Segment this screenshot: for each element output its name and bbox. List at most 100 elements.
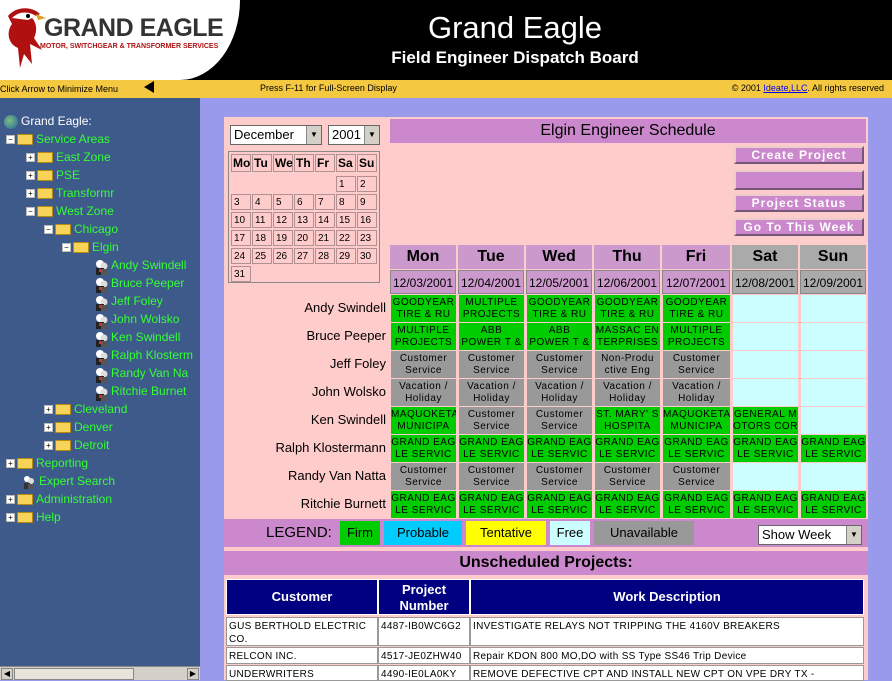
schedule-cell[interactable]: Customer Service [595, 463, 660, 490]
schedule-cell[interactable]: GOODYEAR TIRE & RU [391, 295, 456, 322]
schedule-cell[interactable]: ABB POWER T & D CO [527, 323, 592, 350]
calendar-day[interactable]: 15 [336, 212, 356, 228]
schedule-cell[interactable]: Vacation / Holiday [595, 379, 660, 406]
tree-pse[interactable]: + PSE [26, 166, 80, 184]
calendar-day[interactable]: 21 [315, 230, 335, 246]
tree-cleveland[interactable]: + Cleveland [44, 400, 127, 418]
tree-reporting[interactable]: + Reporting [6, 454, 88, 472]
tree-engineer[interactable]: Ralph Klosterm [94, 346, 193, 365]
calendar-day[interactable]: 17 [231, 230, 251, 246]
schedule-cell[interactable]: GENERAL M OTORS COR [733, 407, 798, 434]
schedule-cell[interactable]: GRAND EAG LE SERVIC [733, 491, 798, 518]
calendar-day[interactable]: 31 [231, 266, 251, 282]
year-select[interactable]: 2001 ▼ [328, 125, 380, 145]
schedule-cell[interactable]: GRAND EAG LE SERVIC [527, 435, 592, 462]
schedule-cell[interactable]: Vacation / Holiday [459, 379, 524, 406]
schedule-cell[interactable]: Customer Service [527, 463, 592, 490]
tree-detroit[interactable]: + Detroit [44, 436, 109, 454]
calendar-day[interactable]: 23 [357, 230, 377, 246]
table-cell[interactable]: UNDERWRITERS [226, 665, 378, 681]
collapse-icon[interactable]: − [26, 207, 35, 217]
schedule-cell[interactable]: GOODYEAR TIRE & RU [595, 295, 660, 322]
chevron-down-icon[interactable]: ▼ [846, 526, 861, 544]
tree-service-areas[interactable]: − Service Areas [6, 130, 110, 148]
go-to-this-week-button[interactable]: Go To This Week [734, 218, 864, 236]
expand-icon[interactable]: + [6, 513, 15, 523]
tree-chicago[interactable]: − Chicago [44, 220, 118, 238]
calendar-day[interactable]: 9 [357, 194, 377, 210]
schedule-cell[interactable]: ABB POWER T & D CO [459, 323, 524, 350]
expand-icon[interactable]: + [26, 153, 35, 163]
schedule-cell[interactable]: Vacation / Holiday [391, 379, 456, 406]
tree-administration[interactable]: + Administration [6, 490, 112, 508]
tree-engineer[interactable]: Randy Van Na [94, 364, 188, 383]
expand-icon[interactable]: + [6, 495, 15, 505]
schedule-cell[interactable] [733, 351, 798, 378]
calendar-day[interactable]: 25 [252, 248, 272, 264]
tree-engineer[interactable]: John Wolsko [94, 310, 179, 329]
schedule-cell[interactable]: GRAND EAG LE SERVIC [595, 435, 660, 462]
calendar-day[interactable]: 10 [231, 212, 251, 228]
schedule-cell[interactable] [801, 379, 866, 406]
schedule-cell[interactable]: GRAND EAG LE SERVIC [663, 435, 730, 462]
view-select[interactable]: Show Week ▼ [758, 525, 862, 545]
schedule-cell[interactable]: Customer Service [459, 463, 524, 490]
tree-elgin[interactable]: − Elgin [62, 238, 119, 256]
schedule-cell[interactable]: Non-Produ ctive Eng [595, 351, 660, 378]
scroll-left-icon[interactable]: ◀ [1, 668, 13, 680]
tree-help[interactable]: + Help [6, 508, 61, 526]
calendar-day[interactable]: 5 [273, 194, 293, 210]
calendar-day[interactable]: 24 [231, 248, 251, 264]
tree-engineer[interactable]: Bruce Peeper [94, 274, 184, 293]
schedule-cell[interactable]: GRAND EAG LE SERVIC [391, 435, 456, 462]
calendar-day[interactable]: 2 [357, 176, 377, 192]
schedule-cell[interactable]: MULTIPLE PROJECTS [459, 295, 524, 322]
tree-engineer[interactable]: Ken Swindell [94, 328, 180, 347]
expand-icon[interactable]: + [26, 171, 35, 181]
expand-icon[interactable]: + [6, 459, 15, 469]
calendar-day[interactable]: 27 [294, 248, 314, 264]
collapse-icon[interactable]: − [62, 243, 71, 253]
project-status-button[interactable]: Project Status [734, 194, 864, 212]
tree-denver[interactable]: + Denver [44, 418, 113, 436]
create-project-button[interactable]: Create Project [734, 146, 864, 164]
sidebar-scrollbar[interactable]: ◀ ▶ [0, 666, 200, 680]
month-select[interactable]: December ▼ [230, 125, 322, 145]
tree-expert-search[interactable]: Expert Search [22, 472, 115, 490]
schedule-cell[interactable]: MAQUOKETA MUNICIPA [663, 407, 730, 434]
schedule-cell[interactable]: Customer Service [527, 407, 592, 434]
schedule-cell[interactable]: GRAND EAG LE SERVIC [801, 491, 866, 518]
tree-engineer[interactable]: Jeff Foley [94, 292, 163, 311]
chevron-down-icon[interactable]: ▼ [306, 126, 321, 144]
calendar-day[interactable]: 8 [336, 194, 356, 210]
calendar-day[interactable]: 7 [315, 194, 335, 210]
schedule-cell[interactable]: Vacation / Holiday [527, 379, 592, 406]
schedule-cell[interactable]: MULTIPLE PROJECTS [663, 323, 730, 350]
expand-icon[interactable]: + [44, 423, 53, 433]
schedule-cell[interactable] [733, 463, 798, 490]
calendar-day[interactable]: 20 [294, 230, 314, 246]
calendar-day[interactable]: 13 [294, 212, 314, 228]
schedule-cell[interactable]: GOODYEAR TIRE & RU [527, 295, 592, 322]
calendar-day[interactable]: 18 [252, 230, 272, 246]
schedule-cell[interactable]: GRAND EAG LE SERVIC [527, 491, 592, 518]
schedule-cell[interactable] [801, 323, 866, 350]
schedule-cell[interactable]: Customer Service [391, 351, 456, 378]
schedule-cell[interactable]: Customer Service [663, 351, 730, 378]
calendar-day[interactable]: 12 [273, 212, 293, 228]
schedule-cell[interactable] [801, 463, 866, 490]
tree-engineer[interactable]: Ritchie Burnet [94, 382, 186, 401]
calendar-day[interactable]: 29 [336, 248, 356, 264]
tree-engineer[interactable]: Andy Swindell [94, 256, 186, 275]
schedule-cell[interactable]: GRAND EAG LE SERVIC [459, 491, 524, 518]
table-cell[interactable]: RELCON INC. [226, 647, 378, 664]
calendar-day[interactable]: 3 [231, 194, 251, 210]
calendar-day[interactable]: 16 [357, 212, 377, 228]
schedule-cell[interactable]: Customer Service [459, 351, 524, 378]
expand-icon[interactable]: + [44, 405, 53, 415]
schedule-cell[interactable]: GRAND EAG LE SERVIC [595, 491, 660, 518]
chevron-down-icon[interactable]: ▼ [364, 126, 379, 144]
calendar-day[interactable]: 14 [315, 212, 335, 228]
schedule-cell[interactable]: Customer Service [459, 407, 524, 434]
schedule-cell[interactable] [801, 295, 866, 322]
